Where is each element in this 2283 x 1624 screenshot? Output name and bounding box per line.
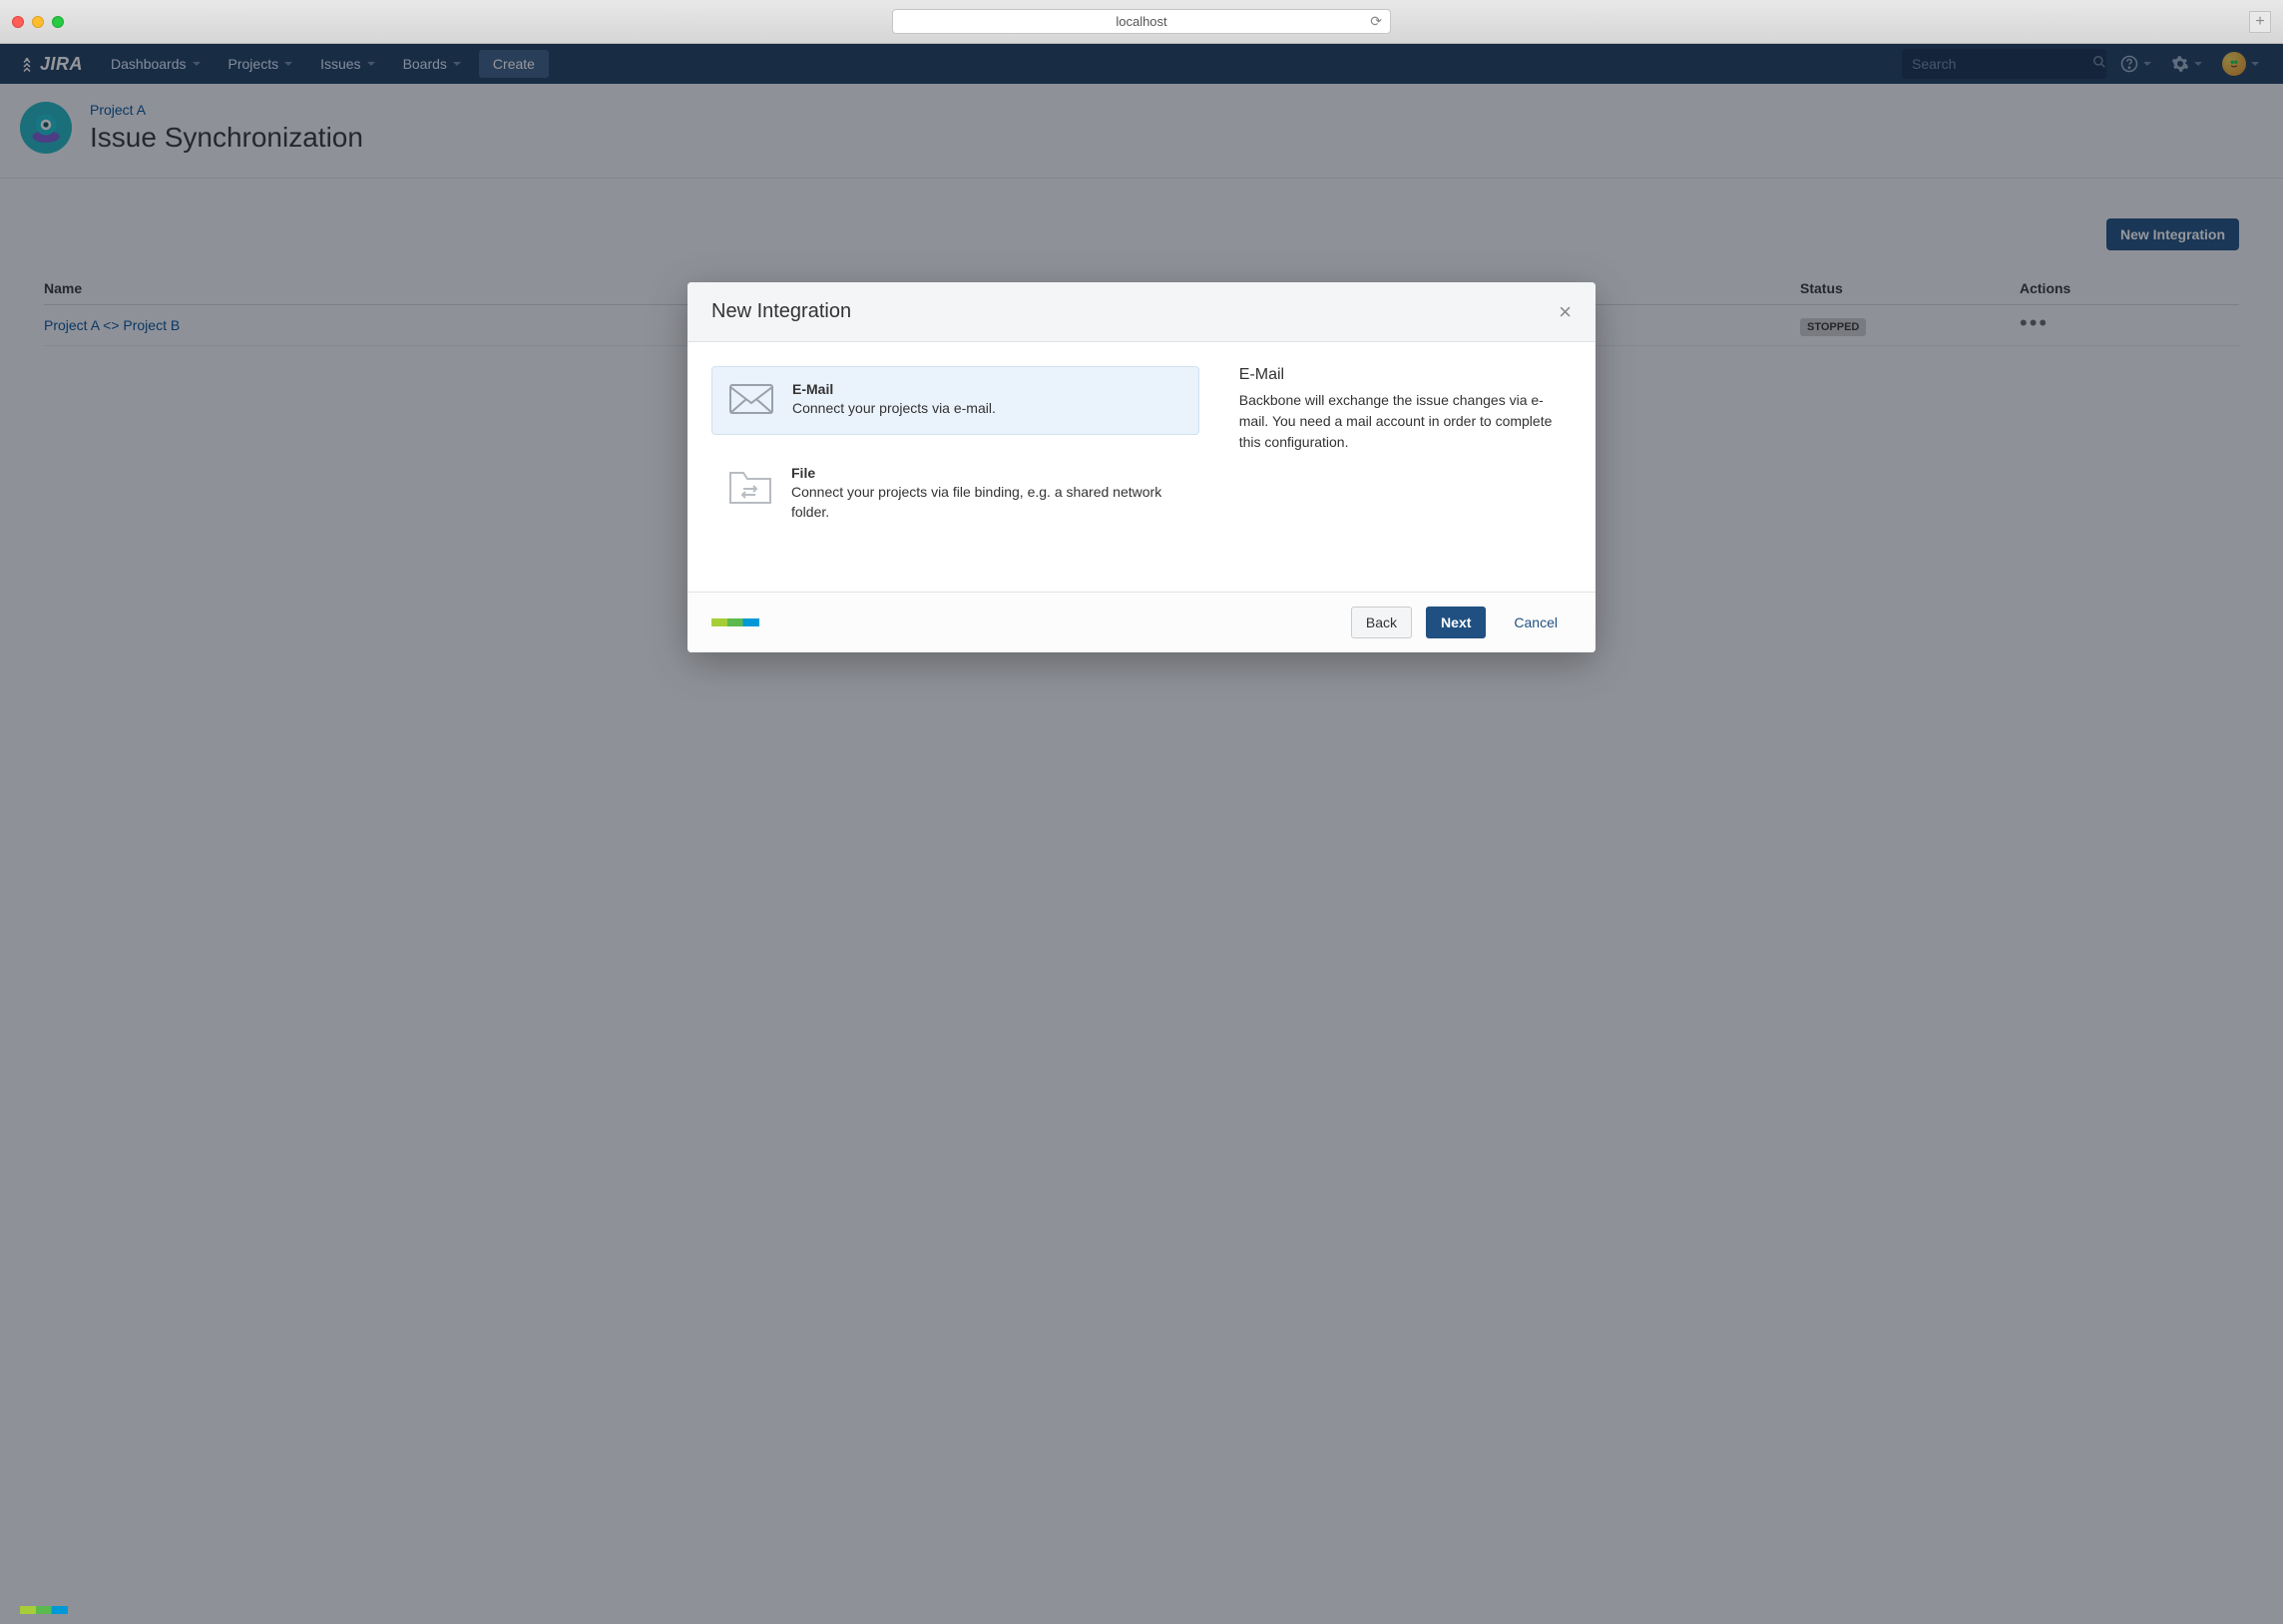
refresh-icon[interactable]: ⟳ [1370, 13, 1382, 30]
browser-chrome: localhost ⟳ + [0, 0, 2283, 44]
brand-bar-bottom [20, 1606, 68, 1614]
url-text: localhost [1116, 14, 1166, 29]
detail-title: E-Mail [1239, 366, 1572, 384]
option-file[interactable]: File Connect your projects via file bind… [711, 451, 1199, 536]
new-tab-button[interactable]: + [2249, 11, 2271, 33]
next-button[interactable]: Next [1426, 607, 1486, 638]
address-bar[interactable]: localhost ⟳ [892, 9, 1391, 34]
option-desc: Connect your projects via e-mail. [792, 399, 996, 419]
detail-text: Backbone will exchange the issue changes… [1239, 390, 1572, 453]
modal-title: New Integration [711, 300, 851, 323]
folder-sync-icon [727, 465, 773, 512]
modal-footer: Back Next Cancel [687, 592, 1596, 652]
integration-type-list: E-Mail Connect your projects via e-mail.… [711, 366, 1199, 568]
mail-icon [728, 381, 774, 420]
maximize-window-button[interactable] [52, 16, 64, 28]
brand-bar [711, 618, 759, 626]
option-title: File [791, 465, 1183, 481]
cancel-button[interactable]: Cancel [1500, 608, 1572, 637]
option-detail-pane: E-Mail Backbone will exchange the issue … [1239, 366, 1572, 568]
close-icon[interactable]: × [1559, 301, 1572, 323]
new-integration-modal: New Integration × E-Mail Connect your pr… [687, 282, 1596, 652]
close-window-button[interactable] [12, 16, 24, 28]
window-controls [12, 16, 64, 28]
modal-backdrop[interactable] [0, 44, 2283, 1624]
back-button[interactable]: Back [1351, 607, 1412, 638]
option-desc: Connect your projects via file binding, … [791, 483, 1183, 522]
minimize-window-button[interactable] [32, 16, 44, 28]
modal-header: New Integration × [687, 282, 1596, 342]
option-title: E-Mail [792, 381, 996, 397]
modal-body: E-Mail Connect your projects via e-mail.… [687, 342, 1596, 592]
option-email[interactable]: E-Mail Connect your projects via e-mail. [711, 366, 1199, 435]
